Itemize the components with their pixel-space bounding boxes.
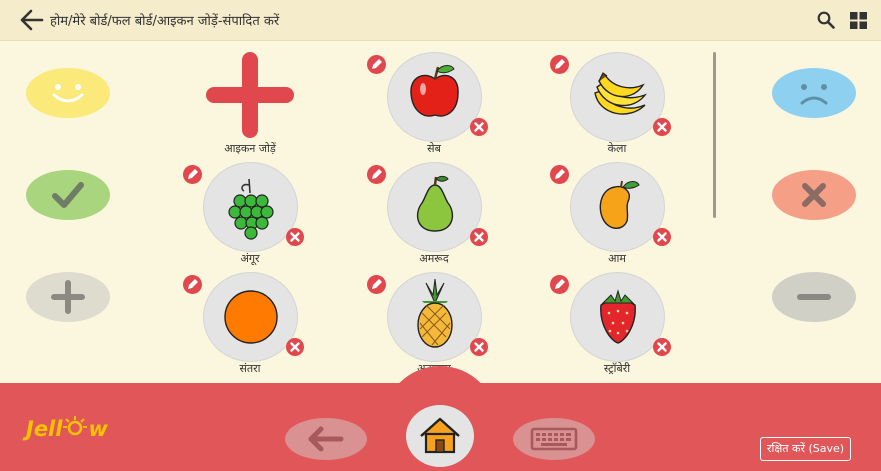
keyboard-icon (513, 418, 595, 460)
top-bar: होम/मेरे बोर्ड/फल बोर्ड/आइकन जोड़ें-संपा… (0, 0, 881, 41)
pencil-icon (555, 169, 565, 179)
close-icon (657, 122, 667, 132)
strawberry-icon (600, 289, 636, 344)
close-icon (290, 342, 300, 352)
tile-label: आम (608, 252, 626, 265)
tile-circle (203, 272, 298, 362)
scrollbar[interactable] (713, 52, 716, 218)
check-icon (26, 170, 110, 220)
cross-icon (772, 170, 856, 220)
tile-label: अंगूर (240, 252, 260, 265)
tile-label: केला (607, 142, 627, 155)
back-arrow-icon[interactable] (20, 9, 44, 31)
sad-face-icon (772, 68, 856, 118)
yes-button[interactable] (25, 169, 111, 221)
pencil-icon (555, 279, 565, 289)
edit-button[interactable] (367, 165, 386, 184)
pencil-icon (188, 169, 198, 179)
pencil-icon (372, 279, 382, 289)
tile-label: सेब (427, 142, 441, 155)
grapes-icon (228, 178, 274, 240)
close-icon (290, 232, 300, 242)
tile-circle (387, 272, 482, 362)
sun-icon (63, 416, 88, 436)
close-icon (657, 232, 667, 242)
less-button[interactable] (771, 271, 857, 323)
search-icon[interactable] (817, 11, 835, 33)
more-button[interactable] (25, 271, 111, 323)
tile-label: स्ट्रॉबेरी (603, 362, 631, 375)
grid-icon[interactable] (850, 12, 867, 33)
delete-button[interactable] (470, 228, 488, 246)
edit-button[interactable] (183, 165, 202, 184)
pencil-icon (372, 169, 382, 179)
tile-circle (203, 162, 298, 252)
tile-orange[interactable]: संतरा (183, 272, 304, 382)
apple-icon (410, 65, 459, 117)
no-button[interactable] (771, 169, 857, 221)
tile-guava[interactable]: अमरूद (367, 162, 488, 272)
back-button[interactable] (285, 417, 367, 465)
tile-circle (570, 162, 665, 252)
back-arrow-icon (285, 418, 367, 460)
tile-label: संतरा (239, 362, 261, 375)
tile-circle (387, 162, 482, 252)
add-icon-tile[interactable]: आइकन जोड़ें (200, 52, 300, 162)
tile-circle (387, 52, 482, 142)
edit-button[interactable] (550, 275, 569, 294)
close-icon (474, 342, 484, 352)
delete-button[interactable] (286, 338, 304, 356)
edit-button[interactable] (550, 165, 569, 184)
close-icon (474, 122, 484, 132)
jellow-logo: Jell w (26, 414, 108, 441)
orange-icon (224, 290, 278, 344)
add-icon-label: आइकन जोड़ें (224, 142, 276, 155)
pineapple-icon (417, 278, 453, 348)
add-icon (206, 52, 294, 138)
banana-icon (594, 72, 648, 115)
edit-button[interactable] (367, 275, 386, 294)
plus-icon (26, 272, 110, 322)
edit-button[interactable] (367, 55, 386, 74)
tile-circle (570, 272, 665, 362)
tile-strawberry[interactable]: स्ट्रॉबेरी (550, 272, 671, 382)
save-button[interactable]: रक्षित करें (Save) (760, 437, 852, 461)
tile-circle (570, 52, 665, 142)
minus-icon (772, 272, 856, 322)
delete-button[interactable] (653, 338, 671, 356)
delete-button[interactable] (286, 228, 304, 246)
home-icon (406, 405, 474, 467)
like-button[interactable] (25, 67, 111, 119)
dislike-button[interactable] (771, 67, 857, 119)
pencil-icon (372, 59, 382, 69)
edit-button[interactable] (183, 275, 202, 294)
delete-button[interactable] (653, 118, 671, 136)
tile-banana[interactable]: केला (550, 52, 671, 162)
pencil-icon (555, 59, 565, 69)
delete-button[interactable] (470, 338, 488, 356)
mango-icon (599, 180, 640, 229)
close-icon (657, 342, 667, 352)
delete-button[interactable] (470, 118, 488, 136)
tile-label: अमरूद (419, 252, 449, 265)
breadcrumb: होम/मेरे बोर्ड/फल बोर्ड/आइकन जोड़ें-संपा… (50, 14, 280, 29)
delete-button[interactable] (653, 228, 671, 246)
edit-button[interactable] (550, 55, 569, 74)
tile-apple[interactable]: सेब (367, 52, 488, 162)
smiley-icon (26, 68, 110, 118)
keyboard-button[interactable] (513, 417, 595, 465)
home-button[interactable] (406, 405, 474, 471)
tile-grapes[interactable]: अंगूर (183, 162, 304, 272)
guava-icon (416, 175, 454, 232)
pencil-icon (188, 279, 198, 289)
tile-mango[interactable]: आम (550, 162, 671, 272)
close-icon (474, 232, 484, 242)
